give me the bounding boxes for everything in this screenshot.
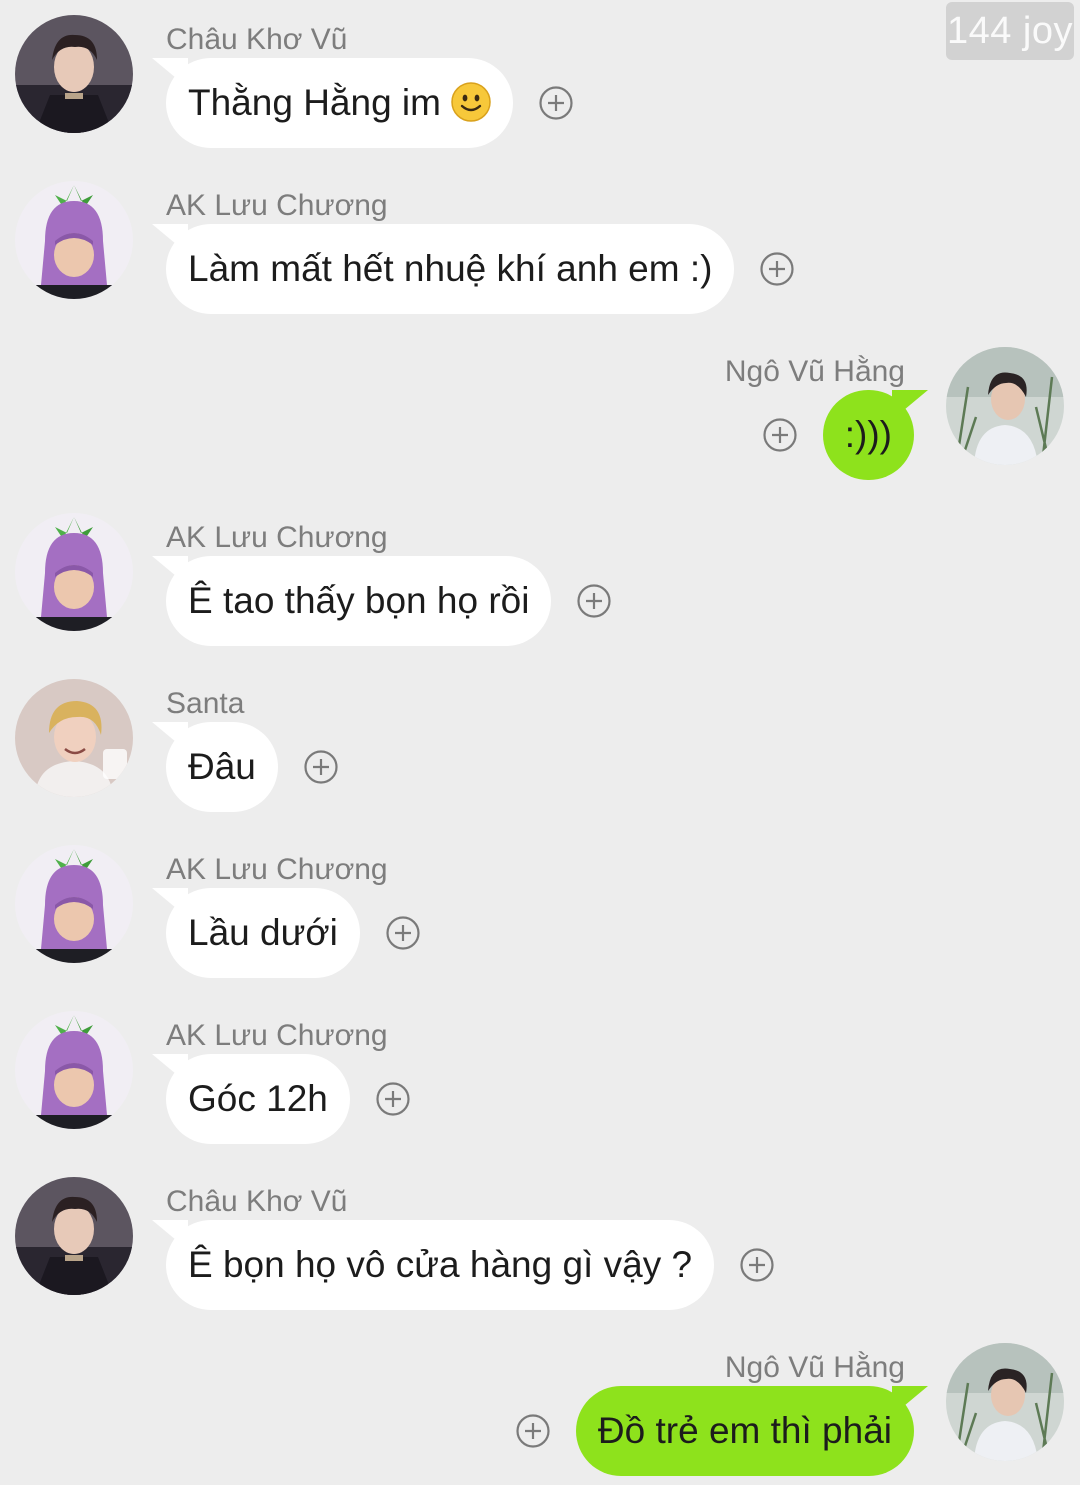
message-text: Góc 12h: [188, 1078, 328, 1119]
message-bubble[interactable]: Đâu: [166, 722, 278, 812]
message-row: Châu Khơ Vũ Thằng Hằng im: [0, 0, 1080, 150]
add-reaction-icon[interactable]: [539, 86, 573, 120]
message-bubble[interactable]: Đồ trẻ em thì phải: [575, 1386, 914, 1476]
sender-name: Ngô Vũ Hằng: [724, 355, 905, 388]
add-reaction-icon[interactable]: [760, 252, 795, 286]
chat-thread: 144 joy Châu Khơ Vũ Thằng Hằng im AK Lưu…: [0, 0, 1080, 1485]
message-row: AK Lưu Chương Lầu dưới: [0, 830, 1080, 980]
sender-name: AK Lưu Chương: [166, 521, 388, 554]
message-bubble[interactable]: Thằng Hằng im: [166, 58, 513, 148]
add-reaction-icon[interactable]: [386, 916, 420, 950]
sender-name: Châu Khơ Vũ: [166, 23, 348, 56]
avatar[interactable]: [15, 513, 133, 631]
message-row: AK Lưu Chương Góc 12h: [0, 996, 1080, 1146]
add-reaction-icon[interactable]: [740, 1248, 774, 1282]
avatar[interactable]: [15, 1177, 133, 1295]
slightly-smiling-face-icon: [451, 82, 491, 122]
message-text: :))): [844, 414, 892, 455]
sender-name: Santa: [166, 687, 245, 720]
sender-name: AK Lưu Chương: [166, 189, 388, 222]
message-row: Ngô Vũ Hằng Đồ trẻ em thì phải: [0, 1328, 1080, 1478]
avatar[interactable]: [946, 1343, 1064, 1461]
message-text: Ê tao thấy bọn họ rồi: [188, 580, 530, 621]
message-bubble[interactable]: Lầu dưới: [166, 888, 360, 978]
message-bubble[interactable]: Ê tao thấy bọn họ rồi: [166, 556, 552, 646]
add-reaction-icon[interactable]: [376, 1082, 410, 1116]
sender-name: Ngô Vũ Hằng: [724, 1351, 905, 1384]
message-bubble[interactable]: Làm mất hết nhuệ khí anh em :): [166, 224, 735, 314]
sender-name: AK Lưu Chương: [166, 1019, 388, 1052]
sender-name: AK Lưu Chương: [166, 853, 388, 886]
avatar[interactable]: [15, 679, 133, 797]
message-row: Châu Khơ Vũ Ê bọn họ vô cửa hàng gì vậy …: [0, 1162, 1080, 1312]
message-row: AK Lưu Chương Ê tao thấy bọn họ rồi: [0, 498, 1080, 648]
message-text: Thằng Hằng im: [188, 82, 441, 123]
message-row: Ngô Vũ Hằng :))): [0, 332, 1080, 482]
message-bubble[interactable]: :))): [822, 390, 914, 480]
avatar[interactable]: [946, 347, 1064, 465]
sender-name: Châu Khơ Vũ: [166, 1185, 348, 1218]
message-row: Santa Đâu: [0, 664, 1080, 814]
avatar[interactable]: [15, 181, 133, 299]
message-text: Đâu: [188, 746, 256, 787]
add-reaction-icon[interactable]: [577, 584, 612, 618]
add-reaction-icon[interactable]: [763, 418, 797, 452]
avatar[interactable]: [15, 845, 133, 963]
message-text: Đồ trẻ em thì phải: [597, 1410, 892, 1451]
add-reaction-icon[interactable]: [516, 1414, 550, 1448]
message-bubble[interactable]: Góc 12h: [166, 1054, 350, 1144]
message-text: Làm mất hết nhuệ khí anh em :): [188, 248, 713, 289]
add-reaction-icon[interactable]: [304, 750, 338, 784]
message-text: Ê bọn họ vô cửa hàng gì vậy ?: [188, 1244, 693, 1285]
avatar[interactable]: [15, 1011, 133, 1129]
avatar[interactable]: [15, 15, 133, 133]
message-bubble[interactable]: Ê bọn họ vô cửa hàng gì vậy ?: [166, 1220, 715, 1310]
message-row: AK Lưu Chương Làm mất hết nhuệ khí anh e…: [0, 166, 1080, 316]
message-text: Lầu dưới: [188, 912, 338, 953]
